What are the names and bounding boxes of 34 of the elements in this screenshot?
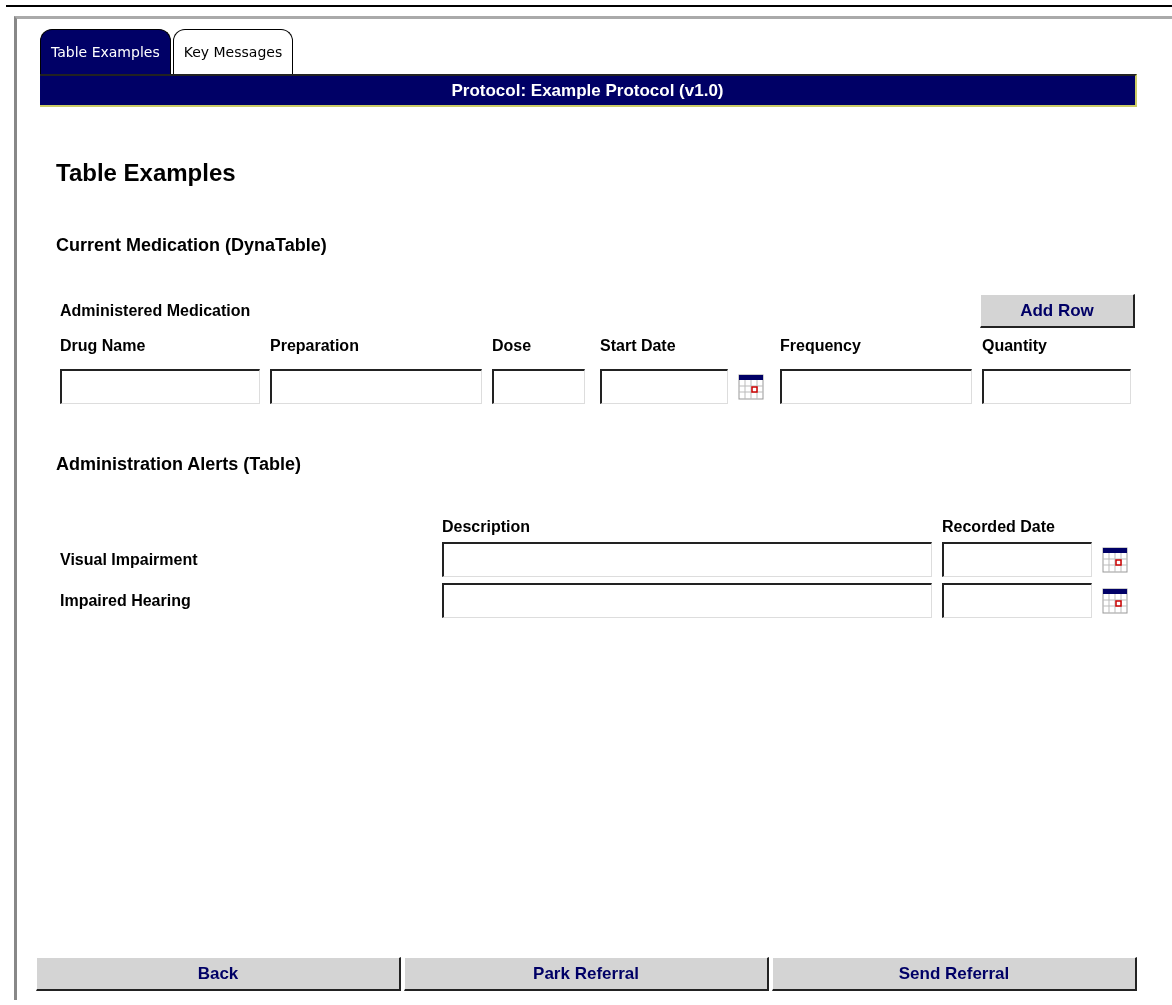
- column-header: Frequency: [780, 337, 862, 355]
- row-label: Impaired Hearing: [60, 591, 192, 610]
- tab[interactable]: Key Messages: [172, 29, 294, 74]
- table-title: Administered Medication: [60, 302, 251, 320]
- input-field[interactable]: [982, 369, 1131, 404]
- input-field[interactable]: [600, 369, 728, 404]
- nav-button[interactable]: Park Referral: [404, 957, 769, 991]
- add-row-button[interactable]: Add Row: [980, 294, 1135, 328]
- column-header: Start Date: [600, 337, 677, 355]
- row-label: Visual Impairment: [60, 550, 199, 569]
- input-field[interactable]: [492, 369, 585, 404]
- calendar-icon[interactable]: [1102, 546, 1128, 573]
- calendar-icon[interactable]: [738, 373, 764, 400]
- column-header: Preparation: [270, 337, 360, 355]
- input-field[interactable]: [442, 583, 932, 618]
- page-title: Table Examples: [56, 159, 237, 187]
- nav-button[interactable]: Back: [36, 957, 401, 991]
- column-header: Drug Name: [60, 337, 147, 355]
- protocol-title: Protocol: Example Protocol (v1.0): [451, 80, 724, 101]
- column-header: Quantity: [982, 337, 1048, 355]
- input-field[interactable]: [780, 369, 972, 404]
- tab[interactable]: Table Examples: [40, 29, 171, 74]
- input-field[interactable]: [942, 542, 1092, 577]
- section-title: Current Medication (DynaTable): [56, 235, 328, 256]
- input-field[interactable]: [442, 542, 932, 577]
- input-field[interactable]: [942, 583, 1092, 618]
- calendar-icon[interactable]: [1102, 587, 1128, 614]
- column-header: Recorded Date: [942, 518, 1056, 536]
- column-header: Description: [442, 518, 531, 536]
- column-header: Dose: [492, 337, 533, 355]
- input-field[interactable]: [270, 369, 482, 404]
- input-field[interactable]: [60, 369, 260, 404]
- nav-button[interactable]: Send Referral: [772, 957, 1137, 991]
- section-title: Administration Alerts (Table): [56, 454, 303, 475]
